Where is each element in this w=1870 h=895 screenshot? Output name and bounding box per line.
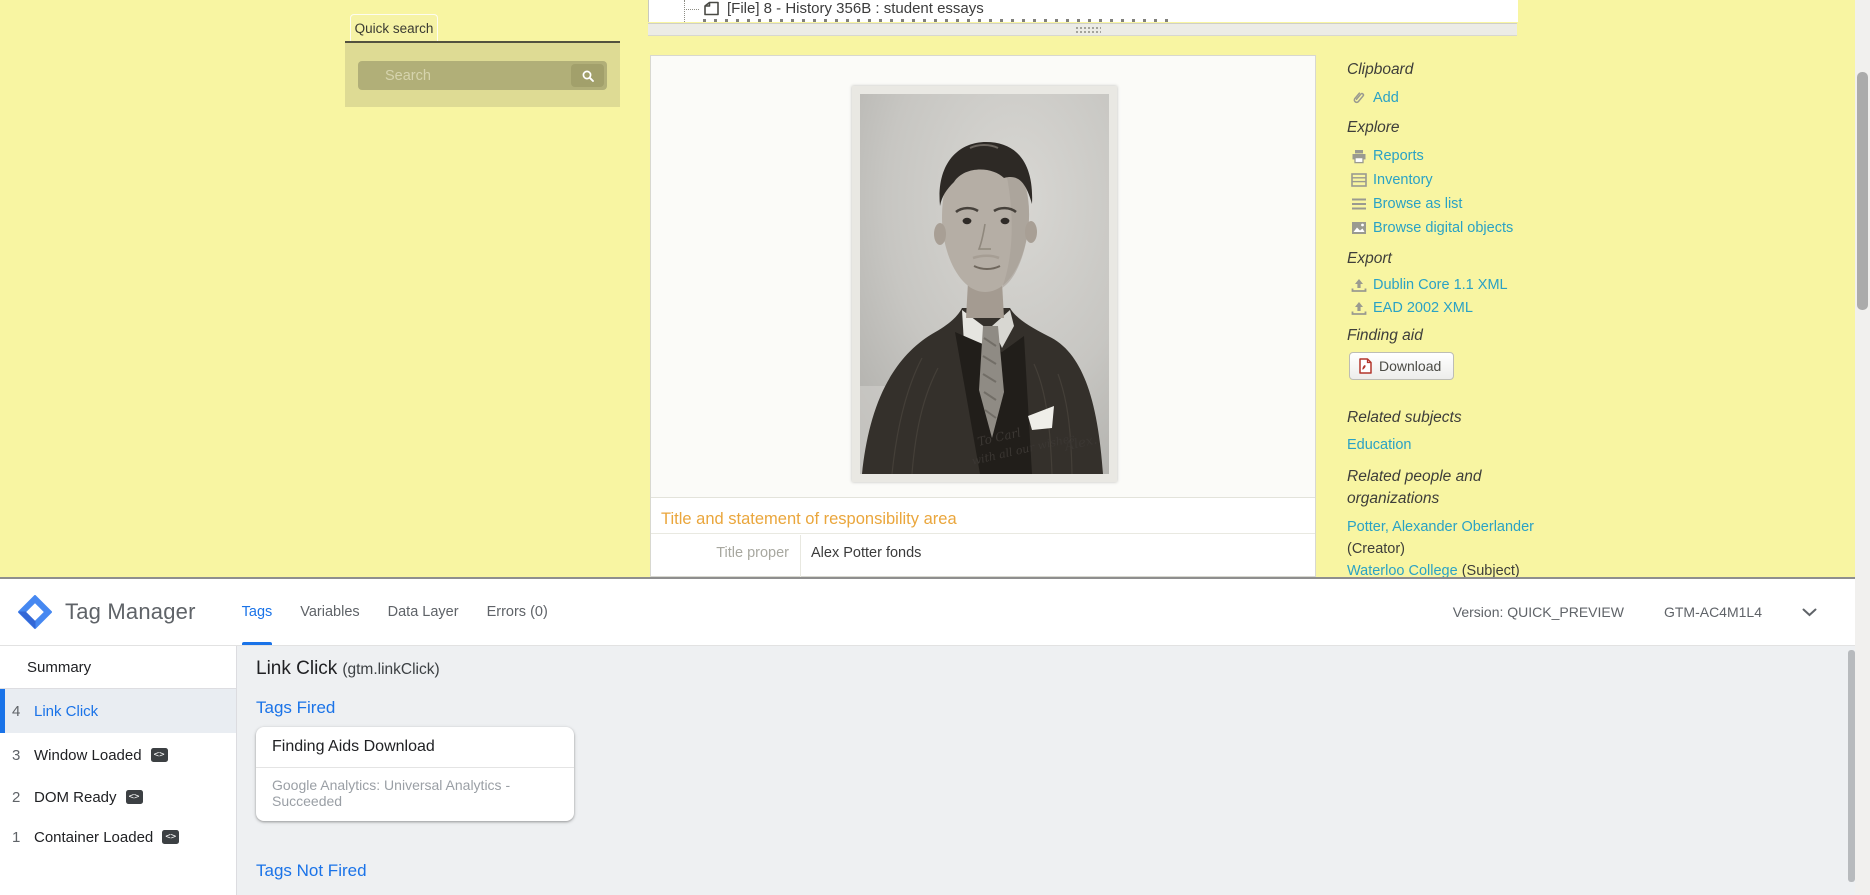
code-icon: <>: [162, 830, 180, 844]
version-label: Version: QUICK_PREVIEW: [1452, 604, 1624, 620]
chevron-down-icon[interactable]: [1802, 608, 1817, 617]
sidebar-item-summary[interactable]: Summary: [0, 646, 236, 689]
event-number: 4: [12, 702, 21, 720]
search-button[interactable]: [571, 64, 604, 87]
gtm-event-sidebar: Summary 4 Link Click 3 Window Loaded <> …: [0, 646, 237, 895]
related-people-heading: Related people and organizations: [1347, 468, 1482, 507]
magnifier-icon: [581, 69, 595, 83]
atom-page-background: Quick search Search [File] 8 - History 3…: [0, 0, 1855, 579]
printer-icon: [1350, 148, 1367, 164]
person-link[interactable]: Potter, Alexander Oberlander: [1347, 519, 1534, 535]
explore-heading: Explore: [1347, 119, 1400, 136]
event-title: Link Click (gtm.linkClick): [256, 658, 440, 679]
gtm-scrollbar-thumb[interactable]: [1848, 650, 1855, 882]
download-button-label: Download: [1379, 358, 1442, 374]
scrollbar-thumb[interactable]: [1857, 72, 1868, 310]
tags-not-fired-heading: Tags Not Fired: [256, 861, 367, 880]
gtm-header-right: Version: QUICK_PREVIEW GTM-AC4M1L4: [1453, 604, 1855, 620]
gtm-tab-bar: Tags Variables Data Layer Errors (0): [241, 579, 548, 645]
record-content-panel: To Carl with all our wishes Alex. Title …: [650, 55, 1316, 578]
inventory-link[interactable]: Inventory: [1350, 172, 1433, 188]
paperclip-icon: [1350, 90, 1367, 106]
resize-grip-icon[interactable]: [1075, 26, 1101, 33]
event-label: DOM Ready: [34, 788, 117, 806]
gtm-body: Summary 4 Link Click 3 Window Loaded <> …: [0, 646, 1855, 895]
upload-icon: [1350, 277, 1367, 293]
search-input[interactable]: Search: [358, 61, 607, 90]
event-number: 2: [12, 788, 21, 806]
tree-connector-line: [684, 9, 699, 10]
event-number: 3: [12, 746, 21, 764]
export-heading: Export: [1347, 250, 1392, 267]
search-placeholder: Search: [385, 68, 431, 84]
treeview-item-label[interactable]: [File] 8 - History 356B : student essays: [727, 0, 984, 17]
ead-export-link[interactable]: EAD 2002 XML: [1350, 300, 1473, 316]
tree-connector-line: [684, 0, 685, 22]
digital-object-viewer: To Carl with all our wishes Alex.: [651, 56, 1315, 498]
gtm-brand-title: Tag Manager: [65, 599, 196, 624]
fired-tag-card[interactable]: Finding Aids Download Google Analytics: …: [256, 727, 574, 821]
table-icon: [1350, 172, 1367, 188]
event-number: 1: [12, 828, 21, 846]
gtm-event-detail: Link Click (gtm.linkClick) Tags Fired Fin…: [237, 646, 1855, 895]
field-row: Title proper Alex Potter fonds: [651, 535, 1315, 578]
clipboard-add-link[interactable]: Add: [1350, 90, 1399, 106]
browser-scrollbar[interactable]: [1855, 0, 1870, 895]
quick-search-panel: Search: [345, 41, 620, 107]
related-subjects-heading: Related subjects: [1347, 409, 1462, 426]
tab-data-layer[interactable]: Data Layer: [388, 579, 459, 645]
sidebar-event-dom-ready[interactable]: 2 DOM Ready <>: [0, 777, 236, 817]
sidebar-event-window-loaded[interactable]: 3 Window Loaded <>: [0, 733, 236, 777]
subject-link-education[interactable]: Education: [1347, 437, 1412, 453]
event-label: Container Loaded: [34, 828, 154, 846]
screen: Quick search Search [File] 8 - History 3…: [0, 0, 1870, 895]
tab-tags[interactable]: Tags: [241, 579, 272, 645]
list-icon: [1350, 196, 1367, 212]
portrait-photo[interactable]: To Carl with all our wishes Alex.: [852, 86, 1117, 482]
event-label: Window Loaded: [34, 746, 142, 764]
browse-as-list-link[interactable]: Browse as list: [1350, 196, 1462, 212]
clipboard-heading: Clipboard: [1347, 61, 1414, 78]
sidebar-event-container-loaded[interactable]: 1 Container Loaded <>: [0, 817, 236, 857]
browse-digital-objects-link[interactable]: Browse digital objects: [1350, 220, 1513, 236]
tab-variables[interactable]: Variables: [300, 579, 359, 645]
context-sidebar: Clipboard Add Explore Reports Inventory …: [1347, 0, 1552, 579]
image-icon: [1350, 220, 1367, 236]
event-code: (gtm.linkClick): [342, 661, 440, 678]
file-icon: [703, 1, 720, 16]
container-id: GTM-AC4M1L4: [1663, 604, 1762, 620]
section-heading: Title and statement of responsibility ar…: [651, 504, 1315, 534]
upload-icon: [1350, 300, 1367, 316]
gtm-debug-panel: Tag Manager Tags Variables Data Layer Er…: [0, 577, 1855, 895]
tag-name: Finding Aids Download: [272, 738, 435, 755]
tags-fired-heading: Tags Fired: [256, 698, 336, 717]
related-person-item: Potter, Alexander Oberlander (Creator): [1347, 516, 1535, 560]
reports-link[interactable]: Reports: [1350, 148, 1424, 164]
gtm-header: Tag Manager Tags Variables Data Layer Er…: [0, 579, 1855, 646]
field-label: Title proper: [651, 535, 801, 578]
person-role: (Creator): [1347, 541, 1406, 557]
pdf-file-icon: [1359, 358, 1372, 374]
code-icon: <>: [150, 748, 168, 762]
dublin-core-export-link[interactable]: Dublin Core 1.1 XML: [1350, 277, 1508, 293]
quick-search-tab[interactable]: Quick search: [350, 14, 438, 42]
finding-aid-heading: Finding aid: [1347, 327, 1423, 344]
tag-manager-logo-icon: [18, 595, 52, 629]
field-value: Alex Potter fonds: [811, 545, 922, 561]
event-label: Link Click: [34, 702, 99, 720]
sidebar-event-link-click[interactable]: 4 Link Click: [0, 689, 236, 733]
tab-errors[interactable]: Errors (0): [487, 579, 548, 645]
code-icon: <>: [125, 790, 143, 804]
finding-aid-download-button[interactable]: Download: [1349, 352, 1455, 380]
treeview-clipped-row: [703, 19, 1173, 22]
tag-status: Google Analytics: Universal Analytics - …: [256, 767, 574, 821]
